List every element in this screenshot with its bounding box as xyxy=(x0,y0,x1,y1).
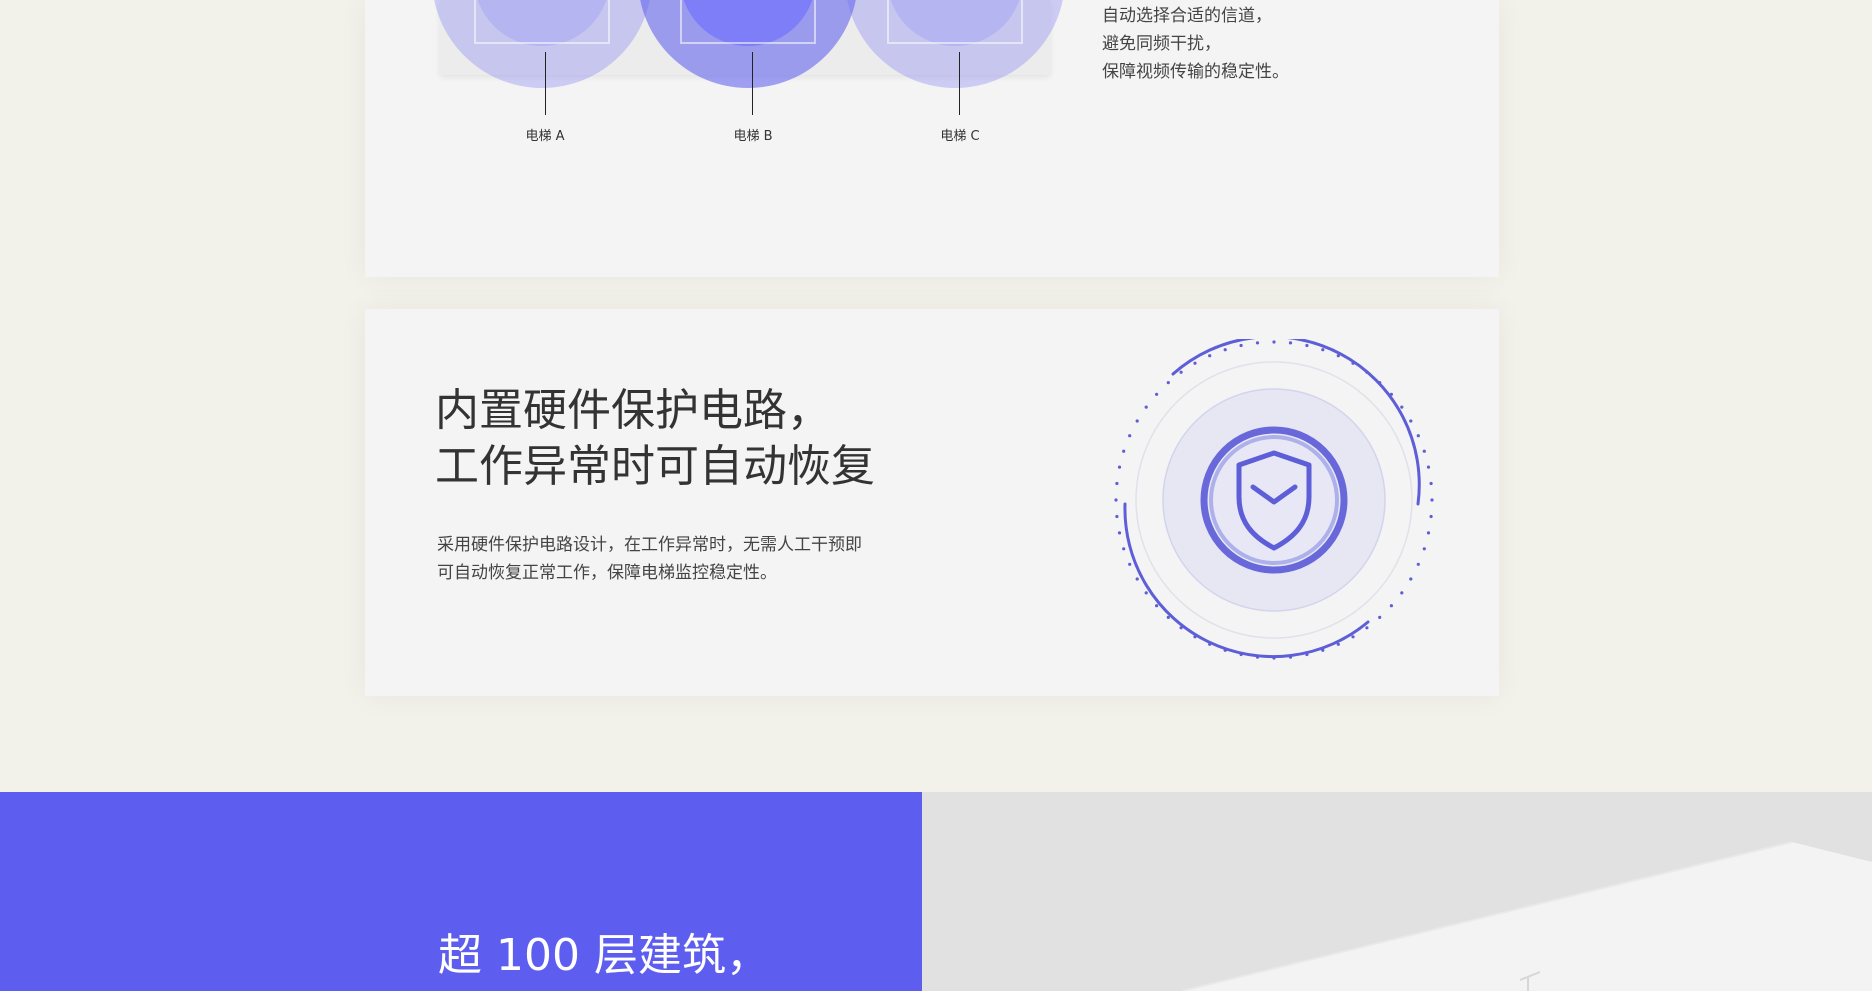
ring-dot xyxy=(1179,370,1183,374)
leader-line-a xyxy=(545,52,546,115)
ring-dot xyxy=(1223,348,1227,352)
ring-dot xyxy=(1128,562,1132,566)
shield-protection-graphic xyxy=(1114,339,1434,660)
elevator-shaft-a xyxy=(474,0,610,44)
ring-dot xyxy=(1122,449,1126,453)
channel-description: 自动选择合适的信道， 避免同频干扰， 保障视频传输的稳定性。 xyxy=(1102,2,1289,86)
ring-dot xyxy=(1255,341,1260,345)
feature-description-line: 采用硬件保护电路设计，在工作异常时，无需人工干预即 xyxy=(437,535,862,555)
ring-dot xyxy=(1305,343,1309,348)
feature-title-line: 内置硬件保护电路， xyxy=(435,385,831,436)
ring-dot xyxy=(1321,348,1325,352)
feature-title: 内置硬件保护电路， 工作异常时可自动恢复 xyxy=(435,383,875,495)
ring-dot xyxy=(1409,577,1413,581)
ring-dot xyxy=(1117,531,1122,535)
ring-dot xyxy=(1115,481,1119,486)
hardware-protection-card: 内置硬件保护电路， 工作异常时可自动恢复 采用硬件保护电路设计，在工作异常时，无… xyxy=(365,309,1499,696)
building-section-title: 超 100 层建筑， xyxy=(438,930,770,981)
ring-dot xyxy=(1144,591,1148,595)
elevator-shaft-c xyxy=(887,0,1023,44)
ring-dot xyxy=(1208,354,1212,358)
ring-dot xyxy=(1430,498,1434,502)
ring-dot xyxy=(1400,405,1404,409)
ring-dot xyxy=(1122,547,1126,551)
channel-selection-card: 电梯 A 电梯 B 电梯 C 自动选择合适的信道， 避免同频干扰， 保障视频传输… xyxy=(365,0,1499,277)
elevator-label-c: 电梯 C xyxy=(940,129,980,144)
device-body xyxy=(1182,842,1872,991)
ring-dot xyxy=(1422,449,1426,453)
ring-dot xyxy=(1135,419,1139,423)
ring-dot xyxy=(1351,635,1355,639)
feature-description-line: 可自动恢复正常工作，保障电梯监控稳定性。 xyxy=(437,563,777,583)
ring-dot xyxy=(1272,340,1276,344)
ring-dot xyxy=(1429,481,1433,486)
leader-line-c xyxy=(959,52,960,115)
ring-dot xyxy=(1422,547,1426,551)
device-illustration xyxy=(1181,841,1872,991)
ring-dot xyxy=(1409,419,1413,423)
feature-description: 采用硬件保护电路设计，在工作异常时，无需人工干预即 可自动恢复正常工作，保障电梯… xyxy=(437,531,862,587)
channel-description-line: 自动选择合适的信道， xyxy=(1102,6,1272,26)
ring-dot xyxy=(1400,591,1404,595)
ring-dot xyxy=(1114,498,1118,502)
ring-dot xyxy=(1115,514,1119,519)
ring-dot xyxy=(1193,361,1197,365)
ring-dot xyxy=(1239,343,1243,348)
channel-description-line: 避免同频干扰， xyxy=(1102,34,1221,54)
ring-dot xyxy=(1155,604,1159,608)
ring-dot xyxy=(1365,626,1369,630)
leader-line-b xyxy=(752,52,753,115)
ring-dot xyxy=(1426,465,1431,469)
ring-dot xyxy=(1155,392,1159,396)
elevator-channel-diagram: 电梯 A 电梯 B 电梯 C xyxy=(432,0,1100,160)
ring-dot xyxy=(1416,434,1420,438)
ring-dot xyxy=(1416,562,1420,566)
ring-dot xyxy=(1166,381,1170,385)
ring-dot xyxy=(1389,604,1393,608)
channel-description-line: 保障视频传输的稳定性。 xyxy=(1102,62,1289,82)
ring-dot xyxy=(1144,405,1148,409)
device-image-panel xyxy=(922,792,1872,991)
ring-dot xyxy=(1128,434,1132,438)
ring-dot xyxy=(1426,531,1431,535)
feature-title-line: 工作异常时可自动恢复 xyxy=(435,441,875,492)
ring-dot xyxy=(1117,465,1122,469)
ring-dot xyxy=(1429,514,1433,519)
elevator-shaft-b xyxy=(680,0,816,44)
elevator-label-b: 电梯 B xyxy=(733,129,773,144)
ring-dot xyxy=(1288,341,1293,345)
ring-dot xyxy=(1135,577,1139,581)
ring-dot xyxy=(1378,615,1382,619)
elevator-label-a: 电梯 A xyxy=(525,129,565,144)
